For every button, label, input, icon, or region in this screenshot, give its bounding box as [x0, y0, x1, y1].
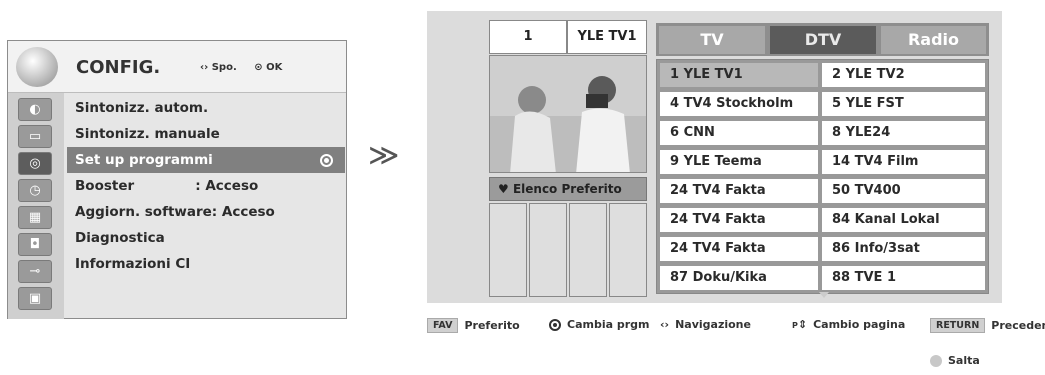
menu-item-software-update[interactable]: Aggiorn. software: Acceso	[67, 199, 345, 225]
tab-tv[interactable]: TV	[659, 26, 765, 54]
photo-illustration	[490, 56, 646, 172]
channel-cell[interactable]: 2 YLE TV2	[822, 63, 985, 87]
grey-button-icon	[930, 354, 942, 367]
channel-cell[interactable]: 88 TVE 1	[822, 266, 985, 290]
heart-icon: ♥	[498, 182, 509, 196]
scroll-down-icon[interactable]	[819, 292, 829, 298]
legend-skip: Salta	[930, 354, 980, 367]
selected-radio-icon	[320, 154, 333, 167]
transition-arrow: ≫	[368, 138, 400, 173]
menu-item-ci-info[interactable]: Informazioni CI	[67, 251, 345, 277]
page-key-icon: P⇕	[792, 318, 808, 331]
channel-cell[interactable]: 6 CNN	[660, 121, 818, 145]
satellite-dish-icon	[16, 47, 58, 87]
channel-cell[interactable]: 87 Doku/Kika	[660, 266, 818, 290]
favourite-list-button[interactable]: ♥ Elenco Preferito	[489, 177, 647, 201]
plug-icon[interactable]: ⊸	[18, 260, 52, 283]
legend-favourite: FAV Preferito	[427, 318, 520, 333]
channel-cell[interactable]: 86 Info/3sat	[822, 237, 985, 261]
current-channel-name: YLE TV1	[567, 20, 647, 54]
menu-item-diagnostics[interactable]: Diagnostica	[67, 225, 345, 251]
picture-icon[interactable]: ▣	[18, 287, 52, 310]
favourite-slot[interactable]	[609, 203, 647, 297]
fav-key: FAV	[427, 318, 459, 333]
channel-cell[interactable]: 50 TV400	[822, 179, 985, 203]
menu-item-manual-tuning[interactable]: Sintonizz. manuale	[67, 121, 345, 147]
channel-cell[interactable]: 24 TV4 Fakta	[660, 237, 818, 261]
channel-cell[interactable]: 84 Kanal Lokal	[822, 208, 985, 232]
favourite-slot[interactable]	[529, 203, 567, 297]
legend-change-programme: Cambia prgm	[549, 318, 650, 331]
channel-cell[interactable]: 14 TV4 Film	[822, 150, 985, 174]
menu-item-auto-tuning[interactable]: Sintonizz. autom.	[67, 95, 345, 121]
config-menu: CONFIG. ‹› Spo. ⊙ OK ◐ ▭ ◎ ◷ ▦ ◘ ⊸ ▣ Sin…	[7, 40, 347, 319]
channel-cell[interactable]: 4 TV4 Stockholm	[660, 92, 818, 116]
programme-edit-panel: 1 YLE TV1 ♥ Elenco Preferito TV DTV Radi…	[427, 11, 1002, 303]
return-key: RETURN	[930, 318, 986, 333]
channel-cell[interactable]: 5 YLE FST	[822, 92, 985, 116]
legend-navigation: ‹› Navigazione	[660, 318, 751, 331]
channel-type-tabs: TV DTV Radio	[656, 23, 989, 56]
navigation-arrows-icon: ‹›	[660, 318, 670, 331]
legend-return: RETURN Precedente	[930, 318, 1045, 333]
menu-title: CONFIG.	[76, 57, 161, 78]
satellite-icon[interactable]: ◐	[18, 98, 52, 121]
channel-cell[interactable]: 24 TV4 Fakta	[660, 208, 818, 232]
channel-cell[interactable]: 1 YLE TV1	[660, 63, 818, 87]
current-channel-number: 1	[489, 20, 567, 54]
menu-hint: ‹› Spo. ⊙ OK	[200, 62, 283, 73]
ok-button-icon	[549, 318, 561, 331]
tv-icon[interactable]: ▭	[18, 125, 52, 148]
favourite-slot[interactable]	[569, 203, 607, 297]
menu-item-booster[interactable]: Booster : Acceso	[67, 173, 345, 199]
ok-circle-icon: ⊙	[254, 62, 263, 73]
channel-cell[interactable]: 8 YLE24	[822, 121, 985, 145]
padlock-icon[interactable]: ◘	[18, 233, 52, 256]
lock-icon[interactable]: ▦	[18, 206, 52, 229]
tab-dtv[interactable]: DTV	[770, 26, 876, 54]
menu-header: CONFIG. ‹› Spo. ⊙ OK	[8, 41, 346, 93]
channel-cell[interactable]: 24 TV4 Fakta	[660, 179, 818, 203]
clock-icon[interactable]: ◷	[18, 179, 52, 202]
legend-page-change: P⇕ Cambio pagina	[792, 318, 906, 331]
move-arrows-icon: ‹›	[200, 62, 209, 73]
channel-list: 1 YLE TV1 2 YLE TV2 4 TV4 Stockholm 5 YLE F…	[656, 59, 989, 294]
channel-preview-image	[489, 55, 647, 173]
channel-cell[interactable]: 9 YLE Teema	[660, 150, 818, 174]
menu-icon-column: ◐ ▭ ◎ ◷ ▦ ◘ ⊸ ▣	[8, 93, 64, 319]
tab-radio[interactable]: Radio	[881, 26, 986, 54]
menu-item-programme-setup[interactable]: Set up programmi	[67, 147, 345, 173]
disc-icon[interactable]: ◎	[18, 152, 52, 175]
favourite-slot[interactable]	[489, 203, 527, 297]
